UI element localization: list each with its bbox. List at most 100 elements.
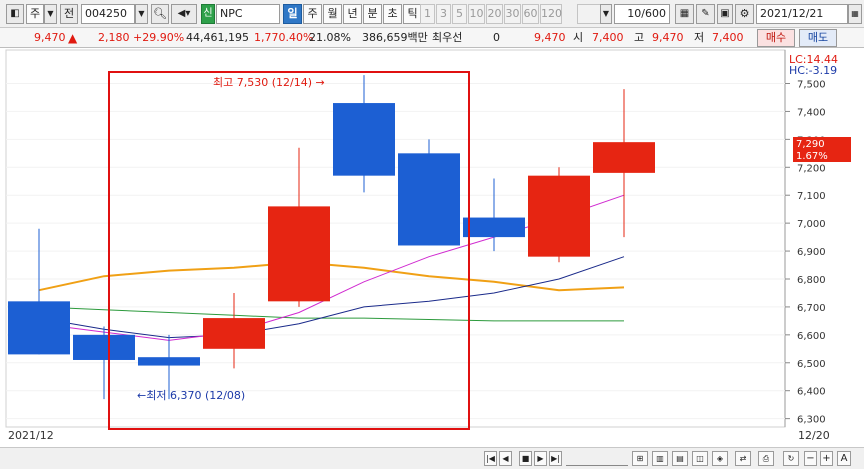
up-arrow-icon: ▲ <box>68 31 78 45</box>
stop-icon[interactable]: ■ <box>519 451 532 466</box>
grid-icon[interactable]: ▦ <box>675 4 694 24</box>
price-tick-label: 6,600 <box>797 331 826 342</box>
candle-up <box>268 206 330 302</box>
price-tick-label: 6,300 <box>797 415 826 426</box>
minute-tab[interactable]: 30 <box>504 4 521 24</box>
market-select[interactable]: 주 <box>26 4 44 24</box>
minute-tab[interactable]: 60 <box>522 4 539 24</box>
price-tick-label: 6,800 <box>797 275 826 286</box>
compare-icon[interactable]: ⇄ <box>735 451 751 466</box>
candle-up <box>528 175 590 257</box>
period-tab[interactable]: 월 <box>323 4 342 24</box>
overlay-icon[interactable]: ◈ <box>712 451 728 466</box>
count-input[interactable]: 10/600 <box>614 4 670 24</box>
search-icon[interactable]: 🔍︎ <box>151 4 169 24</box>
calendar-icon[interactable]: ▦ <box>848 4 862 24</box>
sell-button[interactable]: 매도 <box>799 29 837 47</box>
date-input[interactable]: 2021/12/21 <box>756 4 848 24</box>
priority-label: 최우선 <box>432 31 463 44</box>
price-tick-label: 6,900 <box>797 247 826 258</box>
save-icon[interactable]: ▣ <box>717 4 733 24</box>
scroll-last-icon[interactable]: ▶| <box>549 451 562 466</box>
interval-dropdown-icon[interactable]: ▼ <box>600 4 612 24</box>
candle-down <box>8 301 70 355</box>
bottom-nav: |◀ ◀ ■ ▶ ▶| ⊞ ▥ ▤ ◫ ◈ ⇄ ⎙ ↻ − + A <box>0 447 864 469</box>
scroll-first-icon[interactable]: |◀ <box>484 451 497 466</box>
credit-badge: 신 <box>201 4 215 24</box>
draw-tool-icon[interactable]: ✎ <box>696 4 715 24</box>
price-bar: 9,470 ▲ 2,180 +29.90% 44,461,195 1,770.4… <box>0 28 864 48</box>
candle-down <box>138 357 200 366</box>
price-tick-label: 7,200 <box>797 163 826 174</box>
date-axis-left: 2021/12 <box>8 429 54 442</box>
period-tab[interactable]: 주 <box>303 4 322 24</box>
trade-amount: 386,659백만 <box>362 31 428 44</box>
candle-down <box>73 334 135 360</box>
zoom-out-button[interactable]: − <box>804 451 817 466</box>
minute-tab[interactable]: 5 <box>452 4 467 24</box>
period-tab[interactable]: 일 <box>283 4 302 24</box>
code-dropdown-icon[interactable]: ▼ <box>135 4 148 24</box>
speaker-icon[interactable]: ◀▾ <box>171 4 197 24</box>
stock-code-value: 004250 <box>85 7 127 20</box>
range-button[interactable]: 전 <box>60 4 78 24</box>
plot-area <box>5 49 786 428</box>
auto-scale-button[interactable]: A <box>837 451 851 466</box>
split-icon[interactable]: ◫ <box>692 451 708 466</box>
high-label: 고 <box>634 31 645 44</box>
scroll-right-icon[interactable]: ▶ <box>534 451 547 466</box>
credit-badge-label: 신 <box>203 8 213 19</box>
low-value: 7,400 <box>712 31 744 44</box>
price-tick-label: 7,000 <box>797 219 826 230</box>
candle-down <box>463 217 525 238</box>
high-annotation: 최고 7,530 (12/14) → <box>213 76 325 89</box>
window-icon[interactable]: ◧ <box>6 4 24 24</box>
current-price-label: 7,290 <box>796 139 825 150</box>
low-label: 저 <box>694 31 705 44</box>
volume-percent: 1,770.40% <box>254 31 314 44</box>
buy-button[interactable]: 매수 <box>757 29 795 47</box>
period-tab[interactable]: 년 <box>343 4 362 24</box>
print-icon[interactable]: ⎙ <box>758 451 774 466</box>
current-percent-label: 1.67% <box>796 151 828 162</box>
candle-up <box>203 318 265 349</box>
volume-value: 44,461,195 <box>186 31 249 44</box>
toolbar: ◧ 주 ▼ 전 004250 ▼ 🔍︎ ◀▾ 신 NPC ▼ 10/600 ▦ … <box>0 0 864 28</box>
period-tab[interactable]: 분 <box>363 4 382 24</box>
market-label: 주 <box>29 7 41 20</box>
period-tab[interactable]: 초 <box>383 4 402 24</box>
stock-name-value: NPC <box>220 7 243 20</box>
range-label: 전 <box>63 7 75 20</box>
minute-tab[interactable]: 120 <box>540 4 562 24</box>
minute-tab[interactable]: 3 <box>436 4 451 24</box>
refresh-icon[interactable]: ↻ <box>783 451 799 466</box>
candle-down <box>333 103 395 176</box>
count-value: 10/600 <box>627 7 666 20</box>
zoom-slider[interactable] <box>566 452 628 466</box>
price-tick-label: 7,400 <box>797 107 826 118</box>
high-value: 9,470 <box>652 31 684 44</box>
date-value: 2021/12/21 <box>760 7 824 20</box>
stock-code-input[interactable]: 004250 <box>81 4 135 24</box>
hc-label: HC:-3.19 <box>789 64 837 77</box>
zoom-in-button[interactable]: + <box>820 451 833 466</box>
chart-type-icon[interactable]: ▥ <box>652 451 668 466</box>
indicator-icon[interactable]: ▤ <box>672 451 688 466</box>
change-value: 2,180 <box>98 31 130 44</box>
minute-tab[interactable]: 10 <box>468 4 485 24</box>
chevron-down-icon[interactable]: ▼ <box>44 4 57 24</box>
gear-icon[interactable]: ⚙ <box>735 4 754 24</box>
stock-name-field[interactable]: NPC <box>216 4 280 24</box>
candlestick-chart[interactable]: 7,5007,4007,3007,2007,1007,0006,9006,800… <box>0 48 864 447</box>
price-tick-label: 7,500 <box>797 80 826 91</box>
minute-tab[interactable]: 1 <box>420 4 435 24</box>
zoom-in-icon[interactable]: ⊞ <box>632 451 648 466</box>
minute-tab[interactable]: 20 <box>486 4 503 24</box>
current-price: 9,470 <box>34 31 66 44</box>
open-value: 7,400 <box>592 31 624 44</box>
open-label: 시 <box>573 31 584 44</box>
scroll-left-icon[interactable]: ◀ <box>499 451 512 466</box>
change-percent: +29.90% <box>133 31 185 44</box>
price-tick-label: 7,100 <box>797 191 826 202</box>
price-tick-label: 6,500 <box>797 359 826 370</box>
